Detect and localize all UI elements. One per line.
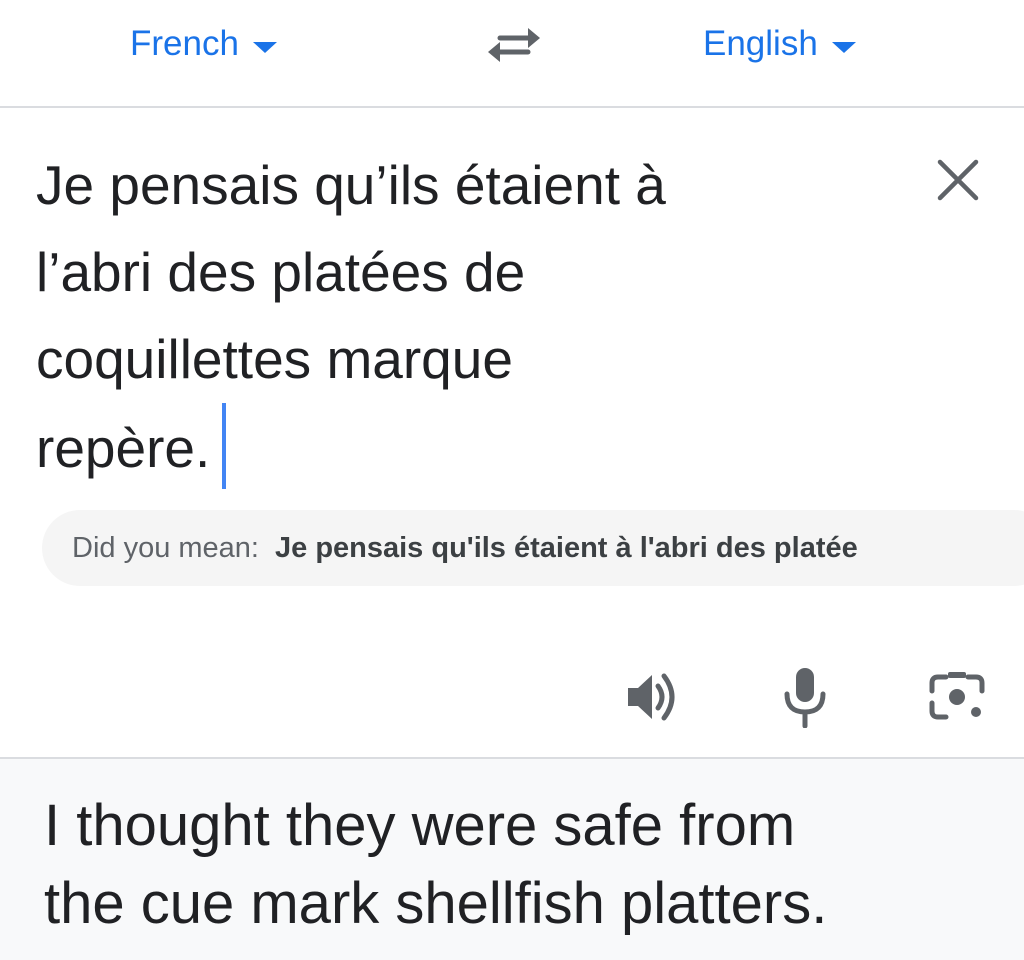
voice-input-button[interactable]	[770, 662, 840, 732]
source-line-last: repère.	[36, 403, 856, 492]
translation-line: I thought they were safe from	[44, 793, 796, 858]
suggestion-value: Je pensais qu'ils étaient à l'abri des p…	[275, 531, 858, 564]
did-you-mean-suggestion[interactable]: Did you mean: Je pensais qu'ils étaient …	[42, 510, 1024, 586]
camera-input-button[interactable]	[922, 662, 992, 732]
target-language-label: English	[703, 24, 818, 63]
source-language-label: French	[130, 24, 239, 63]
camera-icon	[929, 672, 985, 720]
swap-languages-icon	[488, 28, 540, 62]
translation-text: I thought they were safe from the cue ma…	[44, 787, 1004, 943]
text-cursor	[222, 403, 227, 489]
suggestion-label: Did you mean:	[72, 531, 259, 564]
source-text-input[interactable]: Je pensais qu’ils étaient à l’abri des p…	[36, 142, 856, 492]
chevron-down-icon	[252, 41, 277, 53]
chevron-down-icon	[831, 41, 856, 53]
source-line: Je pensais qu’ils étaient à	[36, 154, 666, 216]
swap-languages-button[interactable]	[482, 18, 546, 70]
translate-app: French English Je pensais qu’ils étaient…	[0, 0, 1024, 960]
source-line: repère.	[36, 417, 211, 479]
source-line: l’abri des platées de	[36, 241, 526, 303]
microphone-icon	[784, 668, 826, 728]
clear-text-button[interactable]	[930, 152, 986, 208]
source-language-selector[interactable]: French	[130, 22, 277, 66]
translation-panel: I thought they were safe from the cue ma…	[0, 757, 1024, 960]
target-language-selector[interactable]: English	[703, 22, 856, 66]
listen-source-button[interactable]	[618, 662, 688, 732]
speaker-icon	[628, 673, 675, 721]
source-line: coquillettes marque	[36, 328, 513, 390]
translation-line: the cue mark shellfish platters.	[44, 871, 828, 936]
close-icon	[937, 159, 979, 201]
language-bar: French English	[0, 0, 1024, 108]
